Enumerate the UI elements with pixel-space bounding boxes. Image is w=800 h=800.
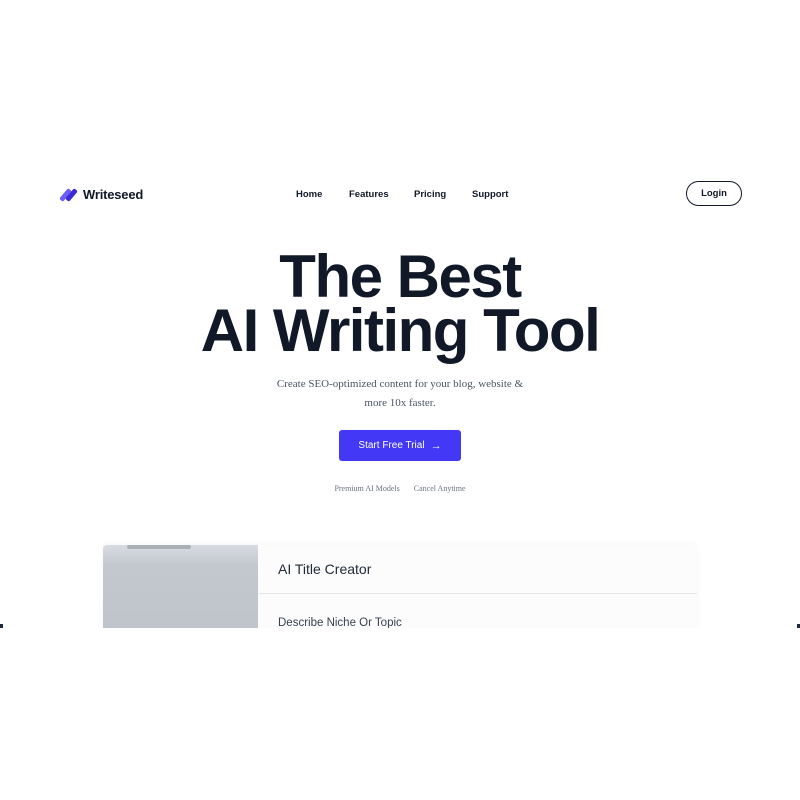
cta-label: Start Free Trial xyxy=(358,440,425,451)
brand-name: Writeseed xyxy=(83,187,144,202)
preview-field-label: Describe Niche Or Topic xyxy=(278,617,402,628)
login-button[interactable]: Login xyxy=(686,181,742,206)
preview-main-panel: AI Title Creator Describe Niche Or Topic xyxy=(258,545,697,628)
nav-link-support[interactable]: Support xyxy=(472,189,508,200)
top-navigation: Writeseed Home Features Pricing Support … xyxy=(0,162,800,227)
nav-link-home[interactable]: Home xyxy=(296,189,349,200)
arrow-right-icon: → xyxy=(430,439,442,452)
hero-feature-list: Premium AI Models Cancel Anytime xyxy=(0,484,800,493)
preview-tool-title: AI Title Creator xyxy=(278,561,372,577)
preview-divider xyxy=(258,593,697,594)
preview-sidebar-blur xyxy=(127,545,191,549)
hero-subtitle-line-1: Create SEO-optimized content for your bl… xyxy=(276,378,524,390)
hero-title-line-2: AI Writing Tool xyxy=(200,297,601,364)
nav-link-pricing[interactable]: Pricing xyxy=(414,189,472,200)
writeseed-logo-icon xyxy=(59,187,78,202)
brand-logo[interactable]: Writeseed xyxy=(59,187,144,202)
hero-title: The Best AI Writing Tool xyxy=(0,247,800,361)
start-free-trial-button[interactable]: Start Free Trial → xyxy=(339,430,461,461)
hero-subtitle: Create SEO-optimized content for your bl… xyxy=(250,375,550,413)
landing-page-frame: Writeseed Home Features Pricing Support … xyxy=(0,162,800,628)
app-preview-card: AI Title Creator Describe Niche Or Topic xyxy=(103,545,697,628)
hero-subtitle-line-2: more 10x faster. xyxy=(364,397,436,409)
feature-premium-ai-models: Premium AI Models xyxy=(334,484,400,493)
preview-sidebar xyxy=(103,545,258,628)
nav-links: Home Features Pricing Support xyxy=(296,189,508,200)
feature-cancel-anytime: Cancel Anytime xyxy=(413,484,466,493)
nav-link-features[interactable]: Features xyxy=(349,189,414,200)
